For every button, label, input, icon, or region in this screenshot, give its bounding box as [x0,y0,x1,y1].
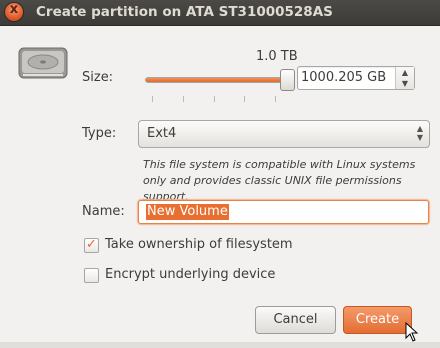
create-button[interactable]: Create [343,306,412,334]
size-spin-input[interactable] [301,69,389,86]
size-label: Size: [82,70,114,85]
type-selected-value: Ext4 [147,126,177,141]
hard-disk-icon [18,47,68,79]
take-ownership-checkbox[interactable]: ✓ [84,238,99,253]
spin-buttons[interactable]: ▲ ▼ [395,67,414,89]
slider-tick [275,96,276,102]
type-combobox[interactable]: Ext4 ▲ ▼ [138,120,430,148]
close-button[interactable]: x [5,2,23,21]
name-field[interactable]: New Volume [138,200,429,224]
chevron-up-icon[interactable]: ▲ [396,67,414,78]
slider-tick [244,96,245,102]
window-bottom-edge [0,342,440,348]
slider-tick [214,96,215,102]
cancel-button[interactable]: Cancel [255,306,336,334]
size-spinbutton[interactable]: ▲ ▼ [297,66,415,90]
encrypt-checkbox[interactable] [84,268,99,283]
type-label: Type: [82,126,117,141]
take-ownership-label[interactable]: Take ownership of filesystem [105,237,293,252]
size-slider-handle[interactable] [280,69,295,91]
title-bar: x Create partition on ATA ST31000528AS [0,0,440,26]
encrypt-label[interactable]: Encrypt underlying device [105,267,275,282]
checkmark-icon: ✓ [86,237,97,252]
chevron-down-icon[interactable]: ▼ [396,78,414,89]
name-label: Name: [82,204,125,219]
size-readout: 1.0 TB [256,49,298,64]
slider-tick [183,96,184,102]
window-title: Create partition on ATA ST31000528AS [36,4,333,20]
size-slider-track[interactable] [145,77,289,83]
close-icon: x [9,2,19,17]
filesystem-help-text: This file system is compatible with Linu… [143,158,416,203]
updown-arrows-icon: ▲ ▼ [416,124,423,142]
name-selected-text: New Volume [146,204,229,220]
mouse-pointer-icon [405,322,419,342]
slider-tick [152,96,153,102]
